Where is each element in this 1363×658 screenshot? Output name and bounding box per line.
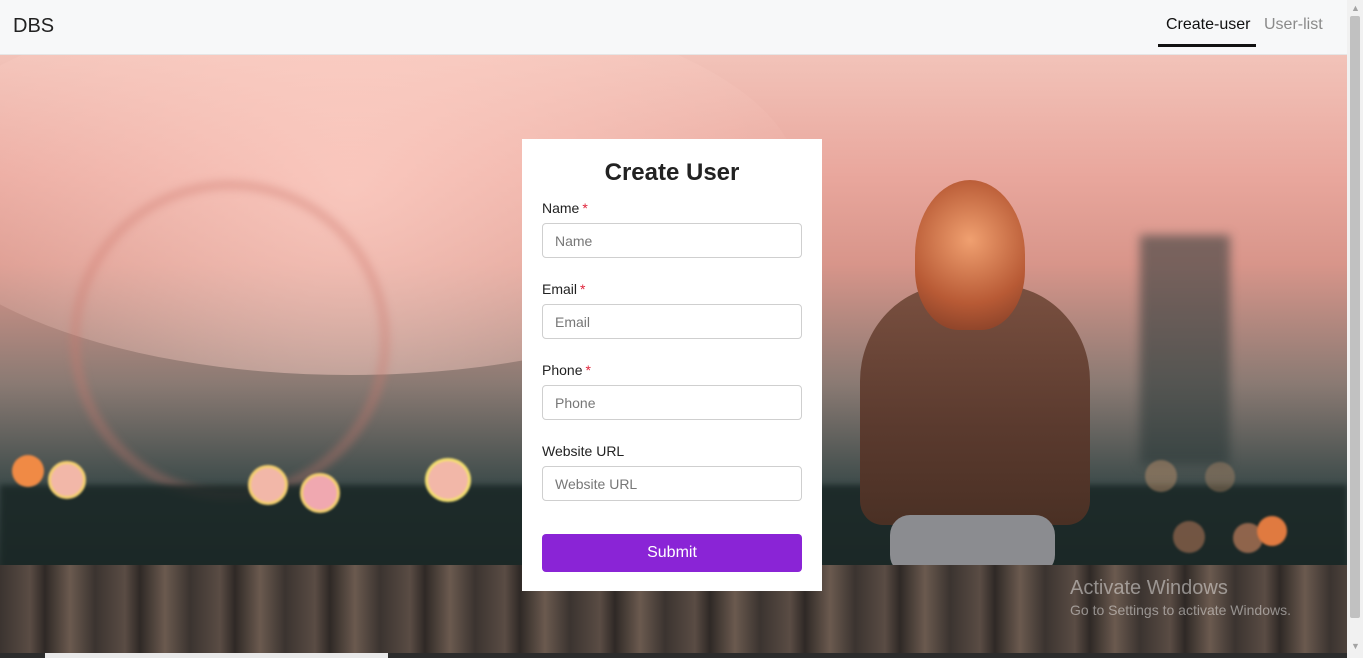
email-field-group: Email * bbox=[542, 281, 802, 339]
form-title: Create User bbox=[604, 159, 740, 186]
email-label-text: Email bbox=[542, 281, 578, 297]
vertical-scrollbar[interactable]: ▲ ▼ bbox=[1347, 0, 1363, 658]
bokeh-light bbox=[1257, 516, 1287, 546]
required-mark: * bbox=[580, 281, 586, 297]
nav-create-user[interactable]: Create-user bbox=[1166, 16, 1250, 34]
nav-user-list[interactable]: User-list bbox=[1264, 16, 1323, 34]
phone-label: Phone * bbox=[542, 362, 802, 378]
phone-label-text: Phone bbox=[542, 362, 583, 378]
website-field-group: Website URL bbox=[542, 443, 802, 501]
horizontal-scrollbar-thumb[interactable] bbox=[45, 653, 388, 658]
required-mark: * bbox=[582, 200, 588, 216]
bokeh-light bbox=[425, 458, 471, 502]
scrollbar-thumb[interactable] bbox=[1350, 16, 1360, 618]
create-user-form: Create User Name* Email* Phone* Website … bbox=[522, 139, 822, 591]
bokeh-light bbox=[12, 455, 44, 487]
email-label: Email * bbox=[542, 281, 802, 297]
bokeh-light bbox=[1205, 462, 1235, 492]
scroll-up-arrow-icon[interactable]: ▲ bbox=[1351, 3, 1360, 13]
watermark-title: Activate Windows bbox=[1070, 577, 1228, 599]
ferris-wheel-silhouette bbox=[70, 180, 390, 500]
nav-active-indicator bbox=[1158, 44, 1256, 47]
email-input[interactable] bbox=[542, 304, 802, 339]
bokeh-light bbox=[1145, 460, 1177, 492]
name-field-group: Name * bbox=[542, 200, 802, 258]
phone-field-group: Phone * bbox=[542, 362, 802, 420]
navbar: DBS Create-user User-list bbox=[0, 0, 1347, 55]
website-url-label: Website URL bbox=[542, 443, 625, 459]
scroll-down-arrow-icon[interactable]: ▼ bbox=[1351, 641, 1360, 651]
bokeh-light bbox=[300, 473, 340, 513]
submit-button[interactable]: Submit bbox=[542, 534, 802, 572]
tower-silhouette bbox=[1140, 235, 1230, 465]
name-label: Name * bbox=[542, 200, 802, 216]
phone-input[interactable] bbox=[542, 385, 802, 420]
horizontal-scrollbar[interactable] bbox=[0, 653, 1347, 658]
watermark-subtitle: Go to Settings to activate Windows. bbox=[1070, 602, 1291, 618]
windows-activation-watermark: Activate Windows Go to Settings to activ… bbox=[1070, 577, 1291, 618]
hair-shape bbox=[915, 180, 1025, 330]
bokeh-light bbox=[248, 465, 288, 505]
name-input[interactable] bbox=[542, 223, 802, 258]
bokeh-light bbox=[1173, 521, 1205, 553]
woman-figure bbox=[850, 180, 1100, 580]
bokeh-light bbox=[48, 461, 86, 499]
brand-logo[interactable]: DBS bbox=[13, 15, 54, 38]
required-mark: * bbox=[585, 362, 591, 378]
name-label-text: Name bbox=[542, 200, 580, 216]
website-url-input[interactable] bbox=[542, 466, 802, 501]
